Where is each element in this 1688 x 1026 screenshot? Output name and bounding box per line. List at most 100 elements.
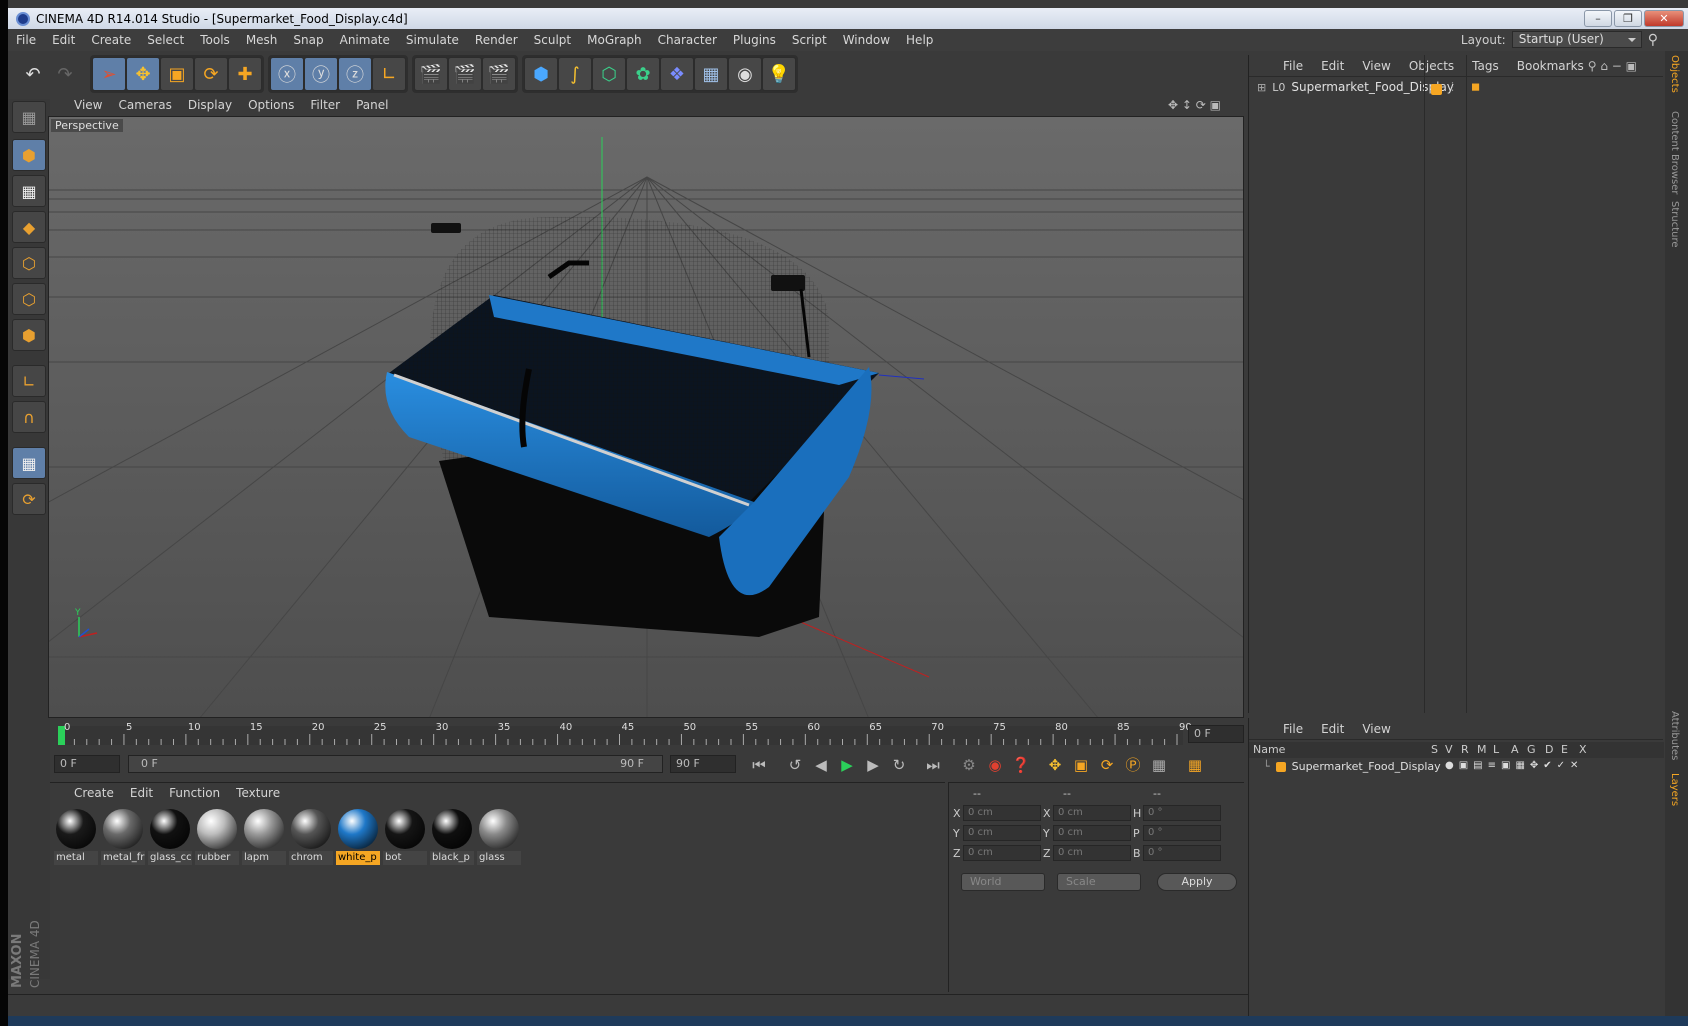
coordinate-field[interactable]: 0 cm: [1053, 845, 1131, 861]
parameter-key-icon[interactable]: Ⓟ: [1120, 754, 1146, 776]
scale-key-icon[interactable]: ▣: [1068, 754, 1094, 776]
scale-tool-icon[interactable]: ▣: [160, 57, 194, 91]
object-menu-bookmarks[interactable]: Bookmarks: [1517, 59, 1584, 73]
menu-render[interactable]: Render: [475, 33, 518, 47]
layer-color-icon[interactable]: [1431, 84, 1442, 95]
spline-icon[interactable]: ∫: [558, 57, 592, 91]
material-menu-texture[interactable]: Texture: [236, 786, 280, 800]
material-swatch[interactable]: white_p: [336, 807, 380, 865]
position-key-icon[interactable]: ✥: [1042, 754, 1068, 776]
material-swatch[interactable]: metal: [54, 807, 98, 865]
menu-create[interactable]: Create: [91, 33, 131, 47]
material-swatch[interactable]: metal_fr: [101, 807, 145, 865]
coordinate-field[interactable]: 0 cm: [963, 845, 1041, 861]
visibility-dots-icon[interactable]: ⋮: [1447, 80, 1458, 93]
expand-icon[interactable]: ⊞: [1257, 81, 1266, 94]
object-menu-view[interactable]: View: [1362, 59, 1390, 73]
menu-sculpt[interactable]: Sculpt: [534, 33, 571, 47]
tab-objects[interactable]: Objects: [1669, 55, 1680, 93]
menu-script[interactable]: Script: [792, 33, 827, 47]
coordinate-field[interactable]: 0 cm: [1053, 825, 1131, 841]
coordinate-field[interactable]: 0 cm: [963, 805, 1041, 821]
layout-dropdown[interactable]: Startup (User): [1511, 31, 1642, 48]
perspective-viewport[interactable]: Y Perspective: [48, 116, 1244, 718]
menu-file[interactable]: File: [16, 33, 36, 47]
material-menu-function[interactable]: Function: [169, 786, 220, 800]
previous-key-icon[interactable]: ↺: [782, 754, 808, 776]
timeline-ruler[interactable]: 0 5 10 15 20 25 30 35 40 45 50 55 60 65 70 75 80 85 90 0 F: [50, 720, 1245, 747]
viewport-menu-view[interactable]: View: [74, 98, 102, 112]
menu-simulate[interactable]: Simulate: [406, 33, 459, 47]
layer-name[interactable]: Supermarket_Food_Display: [1292, 760, 1441, 773]
layer-column-label[interactable]: L: [1493, 743, 1499, 756]
render-settings-icon[interactable]: 🎬: [482, 57, 516, 91]
minimize-button[interactable]: –: [1584, 10, 1612, 27]
current-frame-field[interactable]: 0 F: [1188, 725, 1244, 743]
light-icon[interactable]: 💡: [762, 57, 796, 91]
tab-content-browser[interactable]: Content Browser: [1669, 111, 1680, 194]
undo-icon[interactable]: ↶: [16, 57, 50, 91]
rotate-tool-icon[interactable]: ⟳: [194, 57, 228, 91]
layer-row[interactable]: └ Supermarket_Food_Display: [1263, 760, 1441, 773]
layer-column-label[interactable]: G: [1527, 743, 1536, 756]
menu-select[interactable]: Select: [147, 33, 184, 47]
viewport-menu-options[interactable]: Options: [248, 98, 294, 112]
coordinate-field[interactable]: 0 cm: [1053, 805, 1131, 821]
polygons-mode-icon[interactable]: ⬢: [12, 319, 46, 351]
menu-character[interactable]: Character: [658, 33, 717, 47]
menu-plugins[interactable]: Plugins: [733, 33, 776, 47]
object-menu-edit[interactable]: Edit: [1321, 59, 1344, 73]
layer-column-label[interactable]: E: [1561, 743, 1568, 756]
coordinate-field[interactable]: 0 cm: [963, 825, 1041, 841]
apply-button[interactable]: Apply: [1157, 873, 1237, 891]
x-axis-icon[interactable]: ⓧ: [270, 57, 304, 91]
material-swatch[interactable]: chrom: [289, 807, 333, 865]
z-axis-icon[interactable]: ⓩ: [338, 57, 372, 91]
layer-menu-file[interactable]: File: [1283, 722, 1303, 736]
texture-mode-icon[interactable]: ▦: [12, 175, 46, 207]
material-menu-create[interactable]: Create: [74, 786, 114, 800]
nurbs-icon[interactable]: ⬡: [592, 57, 626, 91]
pla-key-icon[interactable]: ▦: [1146, 754, 1172, 776]
object-menu-objects[interactable]: Objects: [1409, 59, 1454, 73]
menu-tools[interactable]: Tools: [200, 33, 230, 47]
menu-animate[interactable]: Animate: [340, 33, 390, 47]
layer-flags-icons[interactable]: ●▣▤≡▣▦✥✔✓✕: [1445, 760, 1583, 771]
tab-layers[interactable]: Layers: [1669, 773, 1680, 806]
layer-color-icon[interactable]: [1275, 761, 1286, 772]
start-frame-field[interactable]: 0 F: [54, 755, 120, 773]
deformer-icon[interactable]: ❖: [660, 57, 694, 91]
material-swatch[interactable]: lapm: [242, 807, 286, 865]
layer-menu-view[interactable]: View: [1362, 722, 1390, 736]
points-mode-icon[interactable]: ⬡: [12, 247, 46, 279]
layer-column-label[interactable]: X: [1579, 743, 1587, 756]
viewport-menu-filter[interactable]: Filter: [310, 98, 340, 112]
cube-icon[interactable]: ⬢: [524, 57, 558, 91]
play-icon[interactable]: ▶: [834, 754, 860, 776]
goto-end-icon[interactable]: ⏭: [920, 754, 946, 776]
layer-column-label[interactable]: R: [1461, 743, 1469, 756]
viewport-navigation-icons[interactable]: ✥ ↕ ⟳ ▣: [1168, 98, 1221, 112]
menu-window[interactable]: Window: [843, 33, 890, 47]
tweak-mode-icon[interactable]: ⟳: [12, 483, 46, 515]
search-icon[interactable]: ⚲: [1648, 32, 1658, 48]
edges-mode-icon[interactable]: ⬡: [12, 283, 46, 315]
camera-icon[interactable]: ◉: [728, 57, 762, 91]
material-swatch[interactable]: glass: [477, 807, 521, 865]
frame-range-slider[interactable]: 0 F 90 F: [128, 755, 663, 773]
floor-icon[interactable]: ▦: [694, 57, 728, 91]
layer-column-label[interactable]: A: [1511, 743, 1519, 756]
scale-dropdown[interactable]: Scale: [1057, 873, 1141, 891]
coordinate-field[interactable]: 0 °: [1143, 805, 1221, 821]
render-picture-viewer-icon[interactable]: 🎬: [448, 57, 482, 91]
object-name[interactable]: Supermarket_Food_Display: [1291, 80, 1454, 94]
render-view-icon[interactable]: 🎬: [414, 57, 448, 91]
next-frame-icon[interactable]: ▶: [860, 754, 886, 776]
rotation-key-icon[interactable]: ⟳: [1094, 754, 1120, 776]
menu-snap[interactable]: Snap: [293, 33, 323, 47]
viewport-menu-cameras[interactable]: Cameras: [118, 98, 171, 112]
layer-column-label[interactable]: V: [1445, 743, 1453, 756]
material-swatch[interactable]: rubber: [195, 807, 239, 865]
axis-mode-icon[interactable]: ∟: [12, 365, 46, 397]
object-menu-tags[interactable]: Tags: [1472, 59, 1499, 73]
